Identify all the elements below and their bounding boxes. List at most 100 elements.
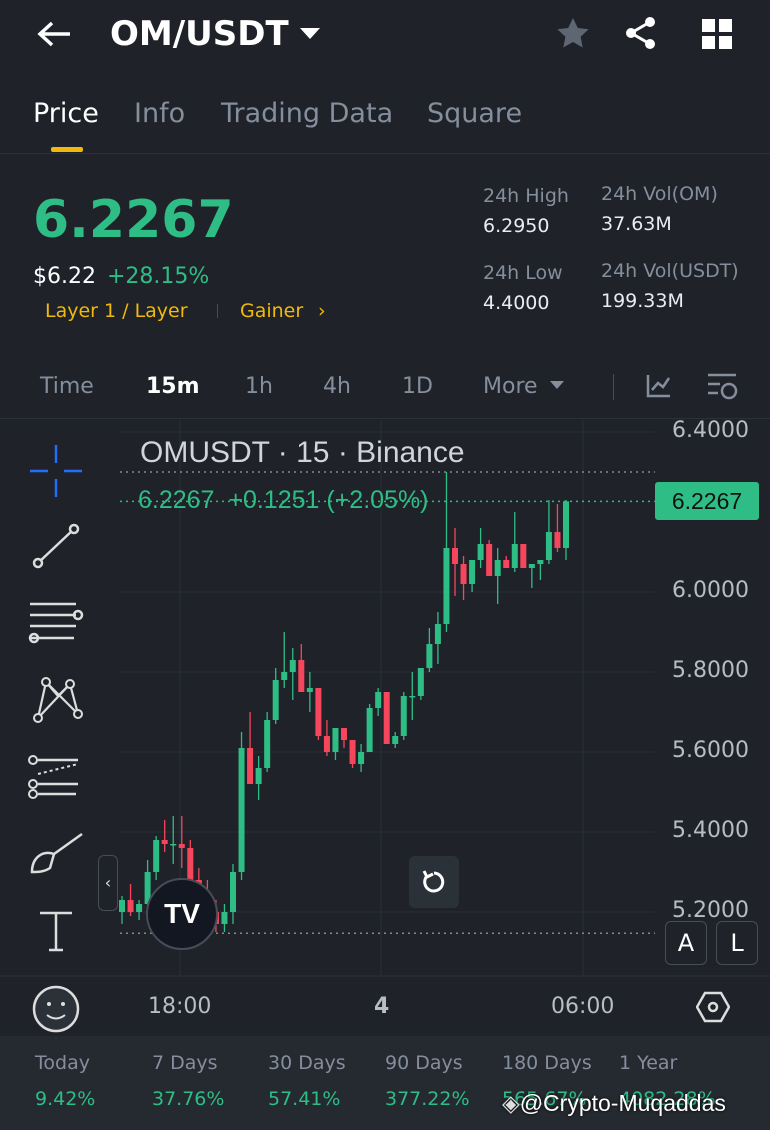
last-price-label: 6.2267: [655, 482, 759, 520]
candle-body: [434, 624, 441, 644]
candle-body: [332, 728, 339, 752]
chart-legend: 6.2267 +0.1251 (+2.05%): [138, 486, 429, 514]
perf-value: 9.42%: [35, 1088, 96, 1110]
candle-body: [136, 904, 143, 912]
chart-title: OMUSDT · 15 · Binance: [140, 436, 465, 469]
tag-divider: [217, 304, 218, 318]
candle-body: [520, 544, 527, 568]
y-tick-label: 5.8000: [672, 658, 749, 683]
vol-om-label: 24h Vol(OM): [601, 183, 718, 205]
divider: [613, 374, 614, 400]
candle-body: [178, 844, 185, 848]
perf-label: 180 Days: [502, 1052, 592, 1074]
share-icon[interactable]: [624, 16, 658, 50]
last-price: 6.2267: [33, 190, 234, 250]
candle-body: [494, 560, 501, 576]
candle-body: [306, 688, 313, 692]
candle-body: [341, 728, 347, 740]
candle-body: [153, 840, 160, 872]
reset-chart-button[interactable]: [409, 856, 459, 908]
candle-body: [383, 692, 390, 744]
tf-4h[interactable]: 4h: [323, 374, 351, 399]
indicator-icon[interactable]: [646, 374, 672, 398]
log-scale-button[interactable]: L: [716, 921, 758, 965]
y-tick-label: 5.4000: [672, 818, 749, 843]
candle-body: [119, 900, 125, 912]
tf-15m[interactable]: 15m: [146, 374, 200, 399]
collapse-toolbar-button[interactable]: ‹: [98, 855, 118, 911]
y-tick-label: 5.2000: [672, 898, 749, 923]
star-icon[interactable]: [556, 17, 590, 49]
x-tick-label: 4: [374, 994, 390, 1019]
perf-value: 37.76%: [152, 1088, 225, 1110]
vol-om-value: 37.63M: [601, 213, 672, 235]
candle-body: [281, 672, 288, 680]
tab-trading-data[interactable]: Trading Data: [221, 98, 393, 129]
candle-body: [375, 692, 382, 708]
auto-scale-button[interactable]: A: [665, 921, 707, 965]
chevron-right-icon[interactable]: ›: [318, 300, 326, 322]
candle-body: [426, 644, 433, 668]
tab-price[interactable]: Price: [33, 98, 99, 129]
candle-body: [563, 501, 569, 548]
x-tick-label: 06:00: [551, 994, 615, 1019]
candle-body: [289, 660, 296, 672]
low-value: 4.4000: [483, 292, 550, 314]
high-label: 24h High: [483, 185, 569, 207]
candle-body: [127, 900, 134, 912]
candle-body: [230, 872, 236, 912]
x-tick-label: 18:00: [148, 994, 212, 1019]
candle-body: [298, 660, 305, 692]
vol-usdt-value: 199.33M: [601, 290, 684, 312]
binance-logo-icon: ◈: [502, 1090, 520, 1116]
grid-icon[interactable]: [702, 19, 732, 49]
tf-more[interactable]: More: [483, 374, 538, 399]
divider: [0, 418, 770, 419]
perf-label: 90 Days: [385, 1052, 463, 1074]
category-tag[interactable]: Layer 1 / Layer: [45, 300, 188, 322]
tf-time[interactable]: Time: [40, 374, 94, 399]
candle-body: [528, 564, 535, 568]
divider: [0, 153, 770, 154]
tf-1d[interactable]: 1D: [402, 374, 433, 399]
usd-price: $6.22: [33, 264, 96, 289]
tradingview-logo[interactable]: TV: [146, 878, 218, 950]
candle-body: [161, 840, 168, 844]
perf-label: Today: [35, 1052, 90, 1074]
candle-body: [238, 748, 245, 872]
low-label: 24h Low: [483, 262, 563, 284]
gainer-tag[interactable]: Gainer: [240, 300, 303, 322]
candle-body: [537, 560, 544, 564]
tab-info[interactable]: Info: [134, 98, 185, 129]
perf-value: 377.22%: [385, 1088, 470, 1110]
candle-body: [452, 548, 458, 564]
settings-hexagon-icon[interactable]: [696, 990, 730, 1024]
perf-label: 1 Year: [619, 1052, 678, 1074]
watermark-text: @Crypto-Muqaddas: [519, 1090, 726, 1116]
chart-settings-icon[interactable]: [707, 372, 739, 402]
caret-down-icon[interactable]: [300, 28, 320, 40]
candle-body: [366, 708, 373, 752]
candle-body: [503, 560, 510, 568]
back-arrow-icon[interactable]: [36, 20, 72, 48]
candle-body: [170, 844, 177, 846]
candle-body: [443, 548, 450, 624]
candle-body: [400, 696, 407, 736]
candle-body: [255, 768, 262, 784]
y-tick-label: 5.6000: [672, 738, 749, 763]
candle-body: [460, 564, 467, 584]
price-change: +28.15%: [107, 264, 210, 289]
candle-body: [358, 752, 365, 764]
candle-body: [545, 532, 552, 560]
candle-body: [315, 688, 322, 736]
caret-down-icon[interactable]: [550, 381, 564, 390]
candle-body: [349, 740, 356, 764]
candle-body: [469, 560, 476, 584]
perf-label: 30 Days: [268, 1052, 346, 1074]
tab-square[interactable]: Square: [427, 98, 522, 129]
high-value: 6.2950: [483, 215, 550, 237]
candle-body: [409, 696, 416, 698]
candle-body: [554, 532, 561, 548]
tf-1h[interactable]: 1h: [245, 374, 273, 399]
pair-title[interactable]: OM/USDT: [110, 14, 289, 54]
